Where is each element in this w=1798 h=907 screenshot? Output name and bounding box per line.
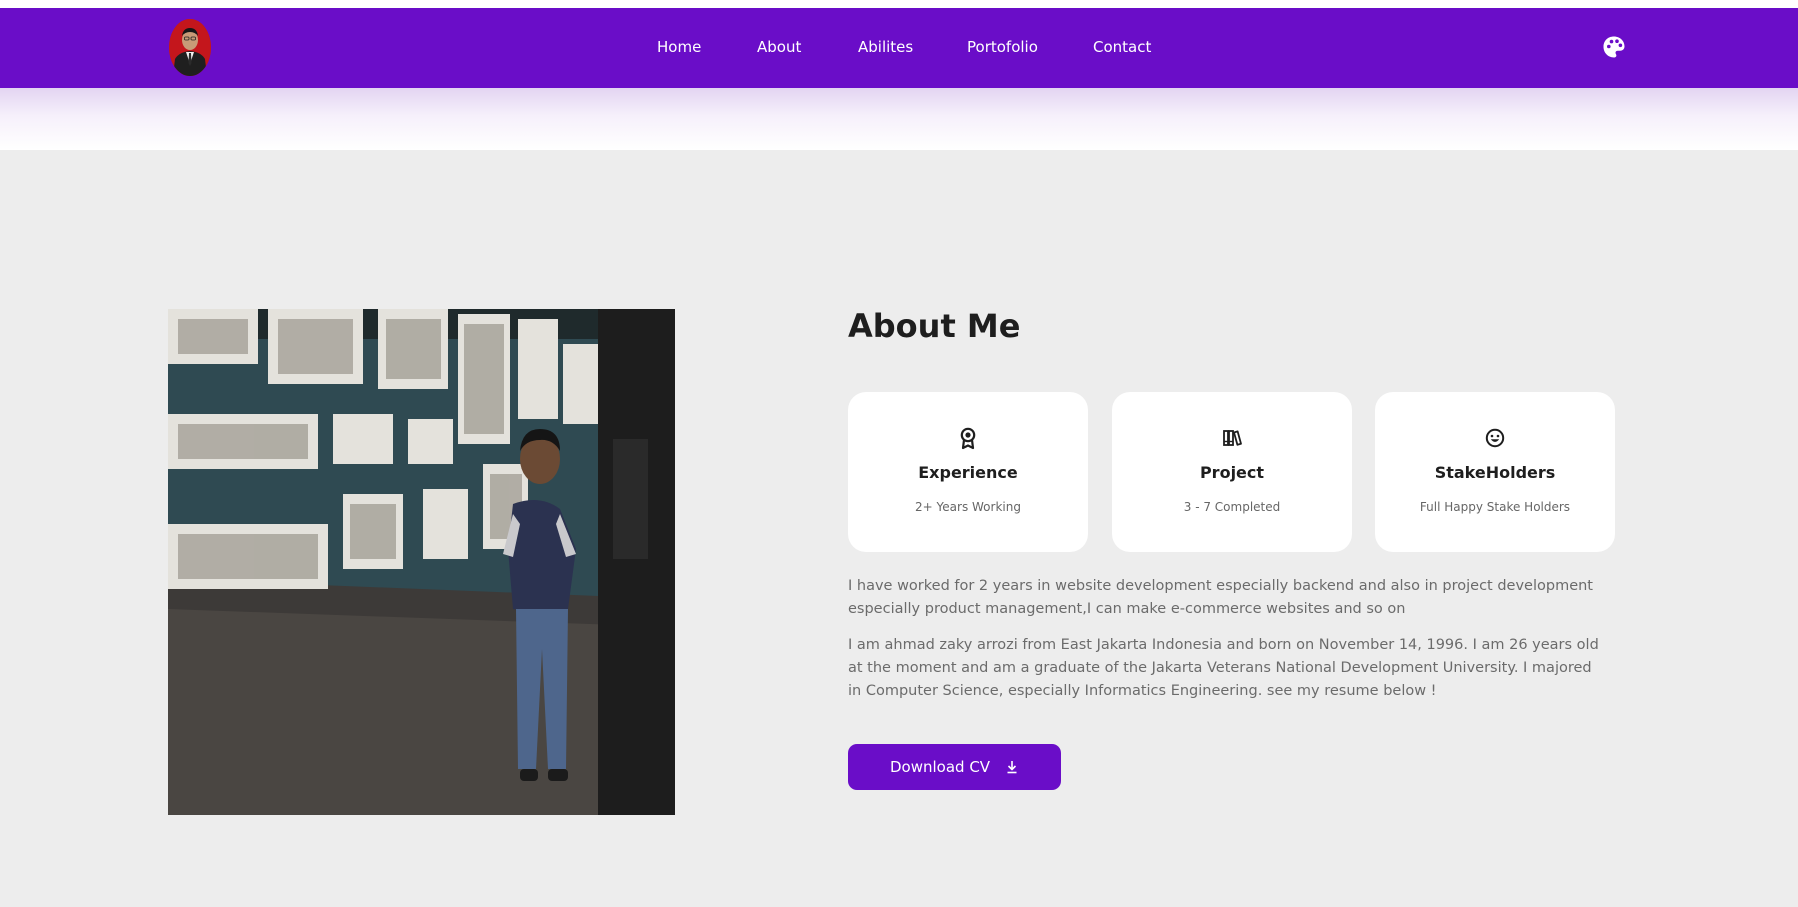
- palette-icon[interactable]: [1602, 35, 1626, 59]
- nav-contact[interactable]: Contact: [1093, 38, 1151, 56]
- card-subtitle: 2+ Years Working: [915, 500, 1021, 514]
- stakeholders-card: StakeHolders Full Happy Stake Holders: [1375, 392, 1615, 552]
- nav-portfolio[interactable]: Portofolio: [967, 38, 1038, 56]
- profile-photo: [168, 309, 675, 815]
- card-subtitle: 3 - 7 Completed: [1183, 500, 1281, 514]
- download-icon: [1004, 759, 1020, 775]
- project-card: Project 3 - 7 Completed: [1112, 392, 1352, 552]
- card-title: Experience: [918, 463, 1018, 482]
- card-title: Project: [1199, 463, 1265, 482]
- page-title: About Me: [848, 307, 1021, 345]
- avatar[interactable]: [169, 19, 211, 76]
- nav-about[interactable]: About: [757, 38, 801, 56]
- award-icon: [956, 426, 980, 450]
- bio-paragraph-2: I am ahmad zaky arrozi from East Jakarta…: [848, 637, 1599, 699]
- download-cv-label: Download CV: [890, 758, 991, 776]
- books-icon: [1220, 426, 1244, 450]
- smile-icon: [1483, 426, 1507, 450]
- nav-home[interactable]: Home: [657, 38, 701, 56]
- nav-abilities[interactable]: Abilites: [858, 38, 913, 56]
- navbar-shadow: [0, 88, 1798, 150]
- bio-paragraph-1: I have worked for 2 years in website dev…: [848, 578, 1593, 617]
- card-subtitle: Full Happy Stake Holders: [1419, 500, 1571, 514]
- experience-card: Experience 2+ Years Working: [848, 392, 1088, 552]
- download-cv-button[interactable]: Download CV: [848, 744, 1061, 790]
- card-title: StakeHolders: [1434, 463, 1556, 482]
- top-strip: [0, 0, 1798, 8]
